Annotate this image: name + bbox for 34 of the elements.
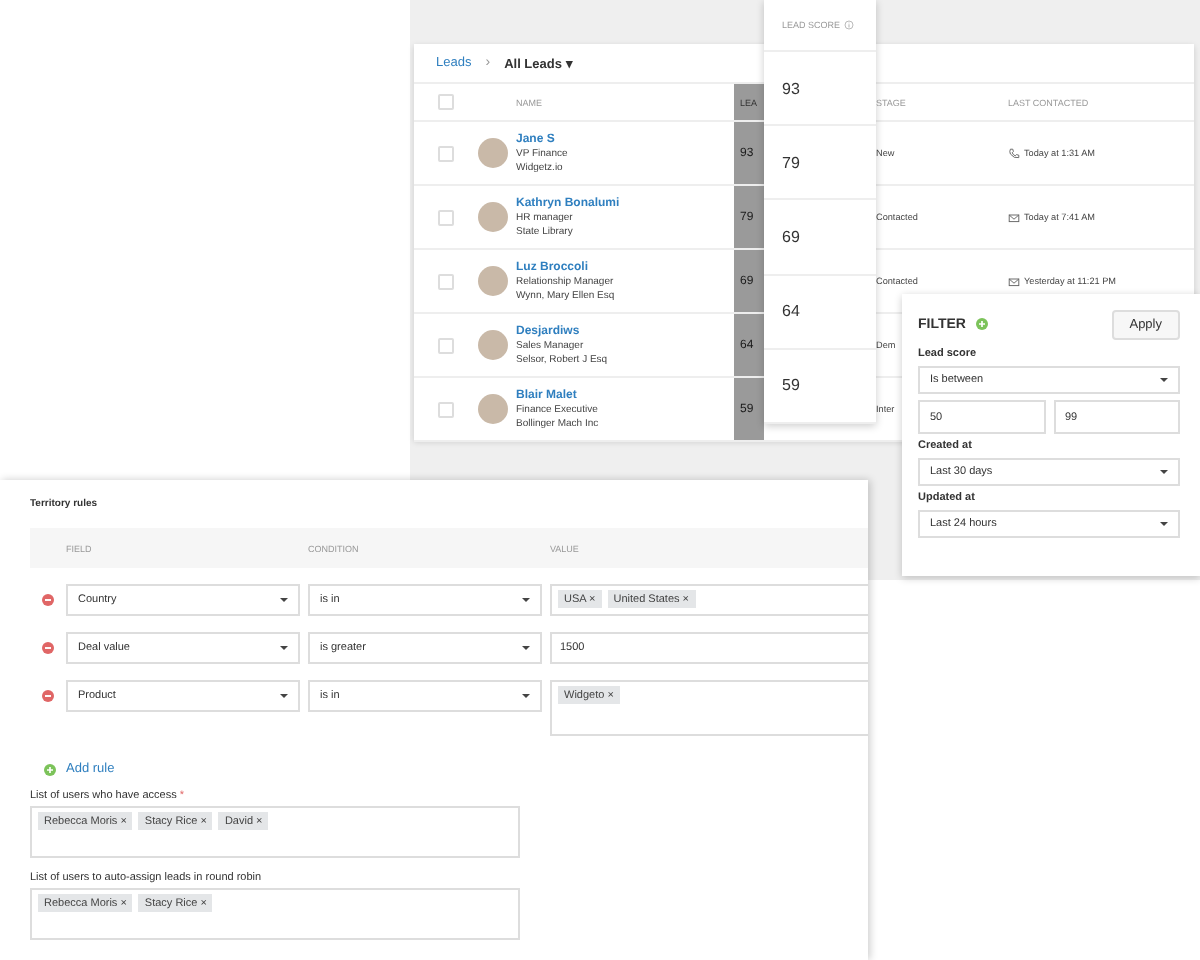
envelope-icon	[1008, 211, 1020, 223]
phone-icon	[1008, 147, 1020, 159]
caret-icon	[1160, 470, 1168, 474]
avatar-placeholder	[478, 266, 508, 296]
row-checkbox[interactable]	[438, 337, 454, 353]
caret-icon	[522, 598, 530, 602]
caret-icon	[522, 646, 530, 650]
caret-icon	[522, 694, 530, 698]
caret-icon	[1160, 378, 1168, 382]
avatar-placeholder	[478, 202, 508, 232]
avatar-placeholder	[478, 394, 508, 424]
caret-icon	[1160, 522, 1168, 526]
remove-icon[interactable]	[42, 690, 54, 702]
lead-score: 69	[782, 228, 800, 246]
info-icon	[844, 20, 855, 30]
lead-score: 59	[782, 376, 800, 395]
add-icon[interactable]	[975, 318, 988, 330]
caret-icon	[280, 694, 288, 698]
row-checkbox[interactable]	[438, 401, 454, 417]
caret-icon	[280, 598, 288, 602]
select-all-checkbox[interactable]	[438, 94, 454, 110]
remove-icon[interactable]	[42, 594, 54, 606]
avatar-placeholder	[478, 330, 508, 360]
avatar-placeholder	[478, 138, 508, 168]
remove-icon[interactable]	[42, 642, 54, 654]
add-icon	[44, 763, 56, 775]
caret-icon	[280, 646, 288, 650]
row-checkbox[interactable]	[438, 145, 454, 161]
lead-score: 79	[782, 153, 800, 172]
envelope-icon	[1008, 275, 1020, 287]
lead-score: 93	[782, 79, 800, 98]
row-checkbox[interactable]	[438, 273, 454, 289]
lead-score: 64	[782, 302, 800, 321]
row-checkbox[interactable]	[438, 209, 454, 225]
